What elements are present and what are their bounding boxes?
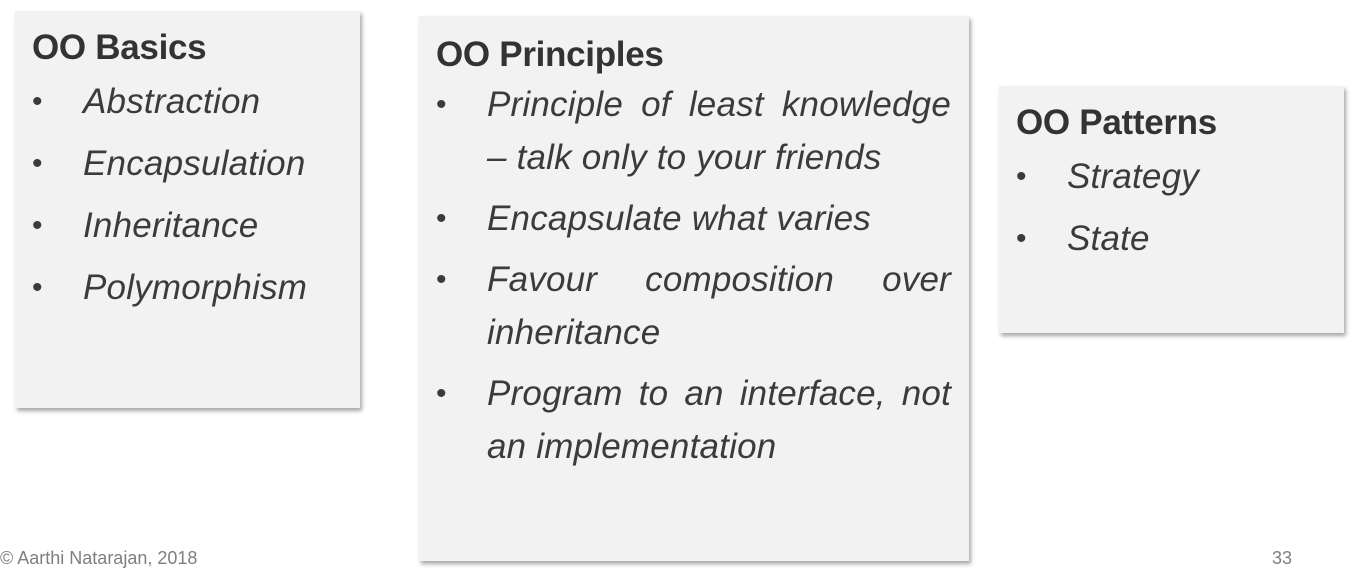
oo-principles-list: • Principle of least knowledge – talk onl… bbox=[436, 78, 951, 481]
list-item: • Inheritance bbox=[32, 195, 360, 257]
oo-patterns-list: • Strategy • State bbox=[1016, 146, 1344, 270]
bullet-icon: • bbox=[32, 147, 43, 180]
list-item-text: Polymorphism bbox=[83, 268, 308, 307]
list-item-text: Program to an interface, not an implemen… bbox=[487, 374, 951, 466]
list-item: • Encapsulate what varies bbox=[436, 192, 951, 253]
oo-principles-card: OO Principles • Principle of least knowle… bbox=[419, 16, 969, 561]
list-item: • Abstraction bbox=[32, 71, 360, 133]
bullet-icon: • bbox=[436, 88, 447, 121]
bullet-icon: • bbox=[1016, 222, 1027, 255]
list-item: • Program to an interface, not an impleme… bbox=[436, 367, 951, 481]
oo-patterns-title: OO Patterns bbox=[1016, 103, 1217, 142]
copyright-footer: © Aarthi Natarajan, 2018 bbox=[0, 548, 198, 568]
list-item: • Principle of least knowledge – talk onl… bbox=[436, 78, 951, 192]
list-item: • Encapsulation bbox=[32, 133, 360, 195]
bullet-icon: • bbox=[32, 85, 43, 118]
list-item-text: Inheritance bbox=[83, 206, 259, 245]
oo-patterns-card: OO Patterns • Strategy • State bbox=[999, 86, 1344, 333]
bullet-icon: • bbox=[32, 271, 43, 304]
oo-basics-card: OO Basics • Abstraction • Encapsulation • I… bbox=[15, 11, 360, 408]
list-item-text: Strategy bbox=[1067, 157, 1199, 196]
bullet-icon: • bbox=[32, 209, 43, 242]
list-item-text: Principle of least knowledge – talk only… bbox=[487, 85, 951, 177]
bullet-icon: • bbox=[436, 377, 447, 410]
bullet-icon: • bbox=[1016, 160, 1027, 193]
bullet-icon: • bbox=[436, 202, 447, 235]
list-item-text: State bbox=[1067, 219, 1150, 258]
bullet-icon: • bbox=[436, 263, 447, 296]
list-item: • State bbox=[1016, 208, 1344, 270]
list-item: • Favour composition over inheritance bbox=[436, 253, 951, 367]
oo-principles-title: OO Principles bbox=[436, 35, 664, 74]
list-item-text: Abstraction bbox=[83, 82, 261, 121]
list-item: • Strategy bbox=[1016, 146, 1344, 208]
list-item-text: Encapsulation bbox=[83, 144, 306, 183]
list-item-text: Favour composition over inheritance bbox=[487, 260, 951, 352]
oo-basics-list: • Abstraction • Encapsulation • Inheritance… bbox=[32, 71, 360, 319]
list-item-text: Encapsulate what varies bbox=[487, 199, 871, 238]
oo-basics-title: OO Basics bbox=[32, 28, 207, 67]
page-number: 33 bbox=[1272, 548, 1293, 568]
list-item: • Polymorphism bbox=[32, 257, 360, 319]
